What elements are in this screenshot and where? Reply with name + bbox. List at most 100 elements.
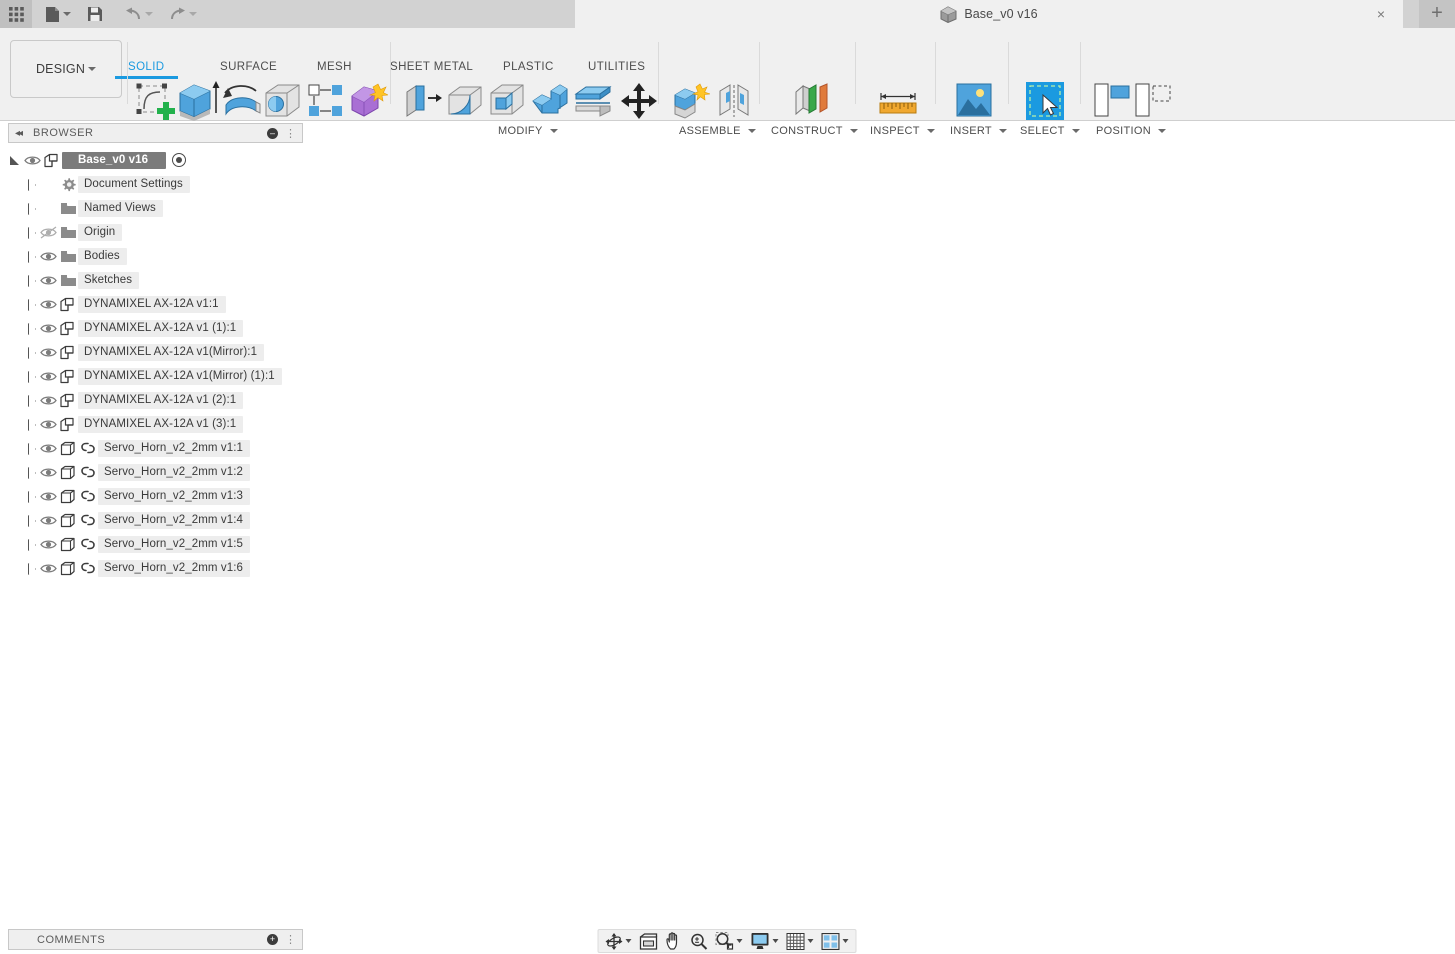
pattern-icon[interactable] bbox=[308, 84, 344, 118]
expand-arrow-closed-icon[interactable] bbox=[24, 244, 38, 268]
mirror-assemble-icon[interactable] bbox=[718, 83, 754, 119]
tab-sheet-metal[interactable]: SHEET METAL bbox=[390, 61, 473, 73]
visibility-toggle[interactable] bbox=[38, 418, 58, 431]
expand-arrow-closed-icon[interactable] bbox=[24, 508, 38, 532]
visibility-toggle[interactable] bbox=[38, 370, 58, 383]
offset-face-icon[interactable] bbox=[574, 85, 614, 117]
tree-row[interactable]: DYNAMIXEL AX-12A v1:1 bbox=[8, 292, 303, 316]
inspect-group-label[interactable]: INSPECT bbox=[870, 125, 935, 137]
zoom-button[interactable] bbox=[688, 930, 711, 952]
press-pull-icon[interactable] bbox=[404, 83, 442, 119]
minimize-browser-button[interactable]: – bbox=[267, 128, 278, 139]
undo-button[interactable] bbox=[120, 0, 158, 28]
eye-icon[interactable] bbox=[40, 562, 57, 575]
viewports-button[interactable] bbox=[819, 930, 852, 952]
new-document-button[interactable] bbox=[40, 0, 76, 28]
tree-row[interactable]: Named Views bbox=[8, 196, 303, 220]
eye-icon[interactable] bbox=[24, 154, 41, 167]
expand-arrow-closed-icon[interactable] bbox=[24, 316, 38, 340]
redo-button[interactable] bbox=[164, 0, 202, 28]
eye-icon[interactable] bbox=[40, 490, 57, 503]
visibility-toggle[interactable] bbox=[38, 538, 58, 551]
save-button[interactable] bbox=[82, 0, 108, 28]
tree-row[interactable]: DYNAMIXEL AX-12A v1 (1):1 bbox=[8, 316, 303, 340]
look-at-button[interactable] bbox=[637, 930, 661, 952]
align-right-icon[interactable] bbox=[1135, 83, 1171, 117]
tree-row[interactable]: Servo_Horn_v2_2mm v1:5 bbox=[8, 532, 303, 556]
eye-icon[interactable] bbox=[40, 298, 57, 311]
eye-icon[interactable] bbox=[40, 370, 57, 383]
insert-image-icon[interactable] bbox=[956, 83, 992, 117]
construct-plane-icon[interactable] bbox=[793, 82, 831, 120]
eye-icon[interactable] bbox=[40, 514, 57, 527]
tab-utilities[interactable]: UTILITIES bbox=[588, 61, 645, 73]
eye-icon[interactable] bbox=[40, 466, 57, 479]
tab-mesh[interactable]: MESH bbox=[317, 61, 352, 73]
visibility-toggle[interactable] bbox=[38, 514, 58, 527]
visibility-toggle[interactable] bbox=[38, 562, 58, 575]
revolve-icon[interactable] bbox=[222, 83, 262, 119]
tree-row[interactable]: DYNAMIXEL AX-12A v1(Mirror) (1):1 bbox=[8, 364, 303, 388]
eye-icon[interactable] bbox=[40, 418, 57, 431]
expand-arrow-open-icon[interactable] bbox=[8, 148, 22, 172]
eye-icon[interactable] bbox=[40, 250, 57, 263]
visibility-toggle[interactable] bbox=[38, 466, 58, 479]
tree-row[interactable]: Servo_Horn_v2_2mm v1:2 bbox=[8, 460, 303, 484]
align-left-icon[interactable] bbox=[1094, 83, 1130, 117]
tab-plastic[interactable]: PLASTIC bbox=[503, 61, 554, 73]
comments-resize-grip[interactable]: ⋮ bbox=[285, 933, 296, 946]
insert-group-label[interactable]: INSERT bbox=[950, 125, 1007, 137]
activate-component-radio[interactable] bbox=[172, 153, 186, 167]
eye-icon[interactable] bbox=[40, 322, 57, 335]
expand-arrow-closed-icon[interactable] bbox=[24, 436, 38, 460]
document-tab[interactable]: Base_v0 v16 × bbox=[575, 0, 1403, 28]
eye-icon[interactable] bbox=[40, 274, 57, 287]
app-grid-button[interactable] bbox=[0, 0, 32, 28]
browser-resize-grip[interactable]: ⋮ bbox=[285, 127, 296, 140]
tree-row[interactable]: Servo_Horn_v2_2mm v1:1 bbox=[8, 436, 303, 460]
tree-row[interactable]: DYNAMIXEL AX-12A v1 (2):1 bbox=[8, 388, 303, 412]
expand-arrow-closed-icon[interactable] bbox=[24, 196, 38, 220]
tree-row[interactable]: Servo_Horn_v2_2mm v1:4 bbox=[8, 508, 303, 532]
expand-arrow-closed-icon[interactable] bbox=[24, 364, 38, 388]
eye-icon[interactable] bbox=[40, 394, 57, 407]
hole-icon[interactable] bbox=[264, 83, 302, 119]
expand-arrow-closed-icon[interactable] bbox=[24, 388, 38, 412]
tree-row[interactable]: Document Settings bbox=[8, 172, 303, 196]
move-copy-icon[interactable] bbox=[621, 83, 657, 119]
tree-row[interactable]: DYNAMIXEL AX-12A v1 (3):1 bbox=[8, 412, 303, 436]
visibility-toggle[interactable] bbox=[38, 322, 58, 335]
expand-arrow-closed-icon[interactable] bbox=[24, 412, 38, 436]
tree-row[interactable]: DYNAMIXEL AX-12A v1(Mirror):1 bbox=[8, 340, 303, 364]
expand-arrow-closed-icon[interactable] bbox=[24, 292, 38, 316]
visibility-toggle[interactable] bbox=[38, 442, 58, 455]
expand-arrow-closed-icon[interactable] bbox=[24, 484, 38, 508]
expand-arrow-closed-icon[interactable] bbox=[24, 340, 38, 364]
expand-arrow-closed-icon[interactable] bbox=[24, 268, 38, 292]
comments-panel[interactable]: COMMENTS + ⋮ bbox=[8, 929, 303, 950]
visibility-toggle[interactable] bbox=[38, 394, 58, 407]
create-sketch-icon[interactable] bbox=[136, 83, 176, 121]
eye-hidden-icon[interactable] bbox=[40, 226, 57, 239]
tree-row[interactable]: Servo_Horn_v2_2mm v1:6 bbox=[8, 556, 303, 580]
expand-arrow-closed-icon[interactable] bbox=[24, 220, 38, 244]
expand-arrow-closed-icon[interactable] bbox=[24, 532, 38, 556]
orbit-button[interactable] bbox=[603, 930, 635, 952]
close-tab-button[interactable]: × bbox=[1373, 6, 1389, 22]
eye-icon[interactable] bbox=[40, 538, 57, 551]
tree-row[interactable]: Bodies bbox=[8, 244, 303, 268]
visibility-toggle[interactable] bbox=[38, 226, 58, 239]
visibility-toggle[interactable] bbox=[38, 274, 58, 287]
combine-icon[interactable] bbox=[531, 83, 569, 119]
display-settings-button[interactable] bbox=[748, 930, 782, 952]
visibility-toggle[interactable] bbox=[38, 250, 58, 263]
eye-icon[interactable] bbox=[40, 442, 57, 455]
tab-surface[interactable]: SURFACE bbox=[220, 61, 277, 73]
tree-row-root[interactable]: Base_v0 v16 bbox=[8, 148, 303, 172]
joint-icon[interactable] bbox=[672, 82, 710, 120]
expand-arrow-closed-icon[interactable] bbox=[24, 556, 38, 580]
visibility-toggle[interactable] bbox=[38, 490, 58, 503]
tree-row[interactable]: Origin bbox=[8, 220, 303, 244]
visibility-toggle[interactable] bbox=[38, 298, 58, 311]
new-tab-button[interactable]: + bbox=[1419, 0, 1455, 28]
